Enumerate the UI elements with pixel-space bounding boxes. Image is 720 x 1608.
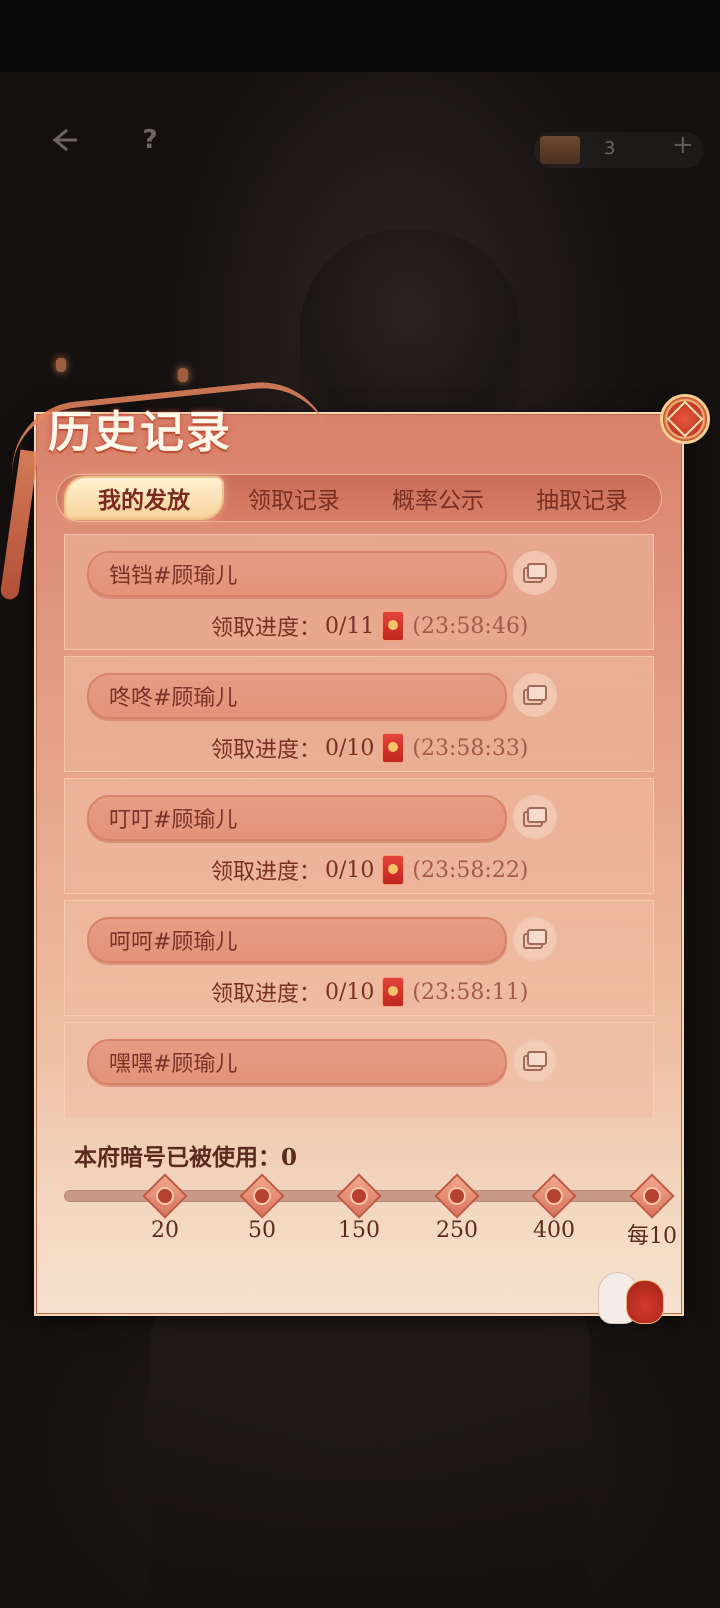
copy-button[interactable] [513,917,557,961]
list-item: 咚咚#顾瑜儿 领取进度： 0/10 (23:58:33) [64,656,654,772]
code-name-field: 呵呵#顾瑜儿 [87,917,507,963]
milestone-label: 50 [248,1218,276,1243]
lantern-light [178,368,188,382]
progress-value: 0/10 [325,857,375,883]
claim-progress: 领取进度： 0/10 (23:58:33) [211,731,528,765]
issue-time: (23:58:46) [412,613,529,639]
list-item: 铛铛#顾瑜儿 领取进度： 0/11 (23:58:46) [64,534,654,650]
code-name-field: 叮叮#顾瑜儿 [87,795,507,841]
progress-value: 0/11 [325,613,375,639]
milestone-label: 150 [338,1218,380,1243]
code-name-field: 嘿嘿#顾瑜儿 [87,1039,507,1085]
progress-label: 领取进度： [211,738,322,763]
tab-draw-records[interactable]: 抽取记录 [510,474,654,522]
progress-label: 领取进度： [211,982,322,1007]
currency-count: 3 [604,138,616,159]
milestone-label: 400 [533,1218,575,1243]
record-list[interactable]: 铛铛#顾瑜儿 领取进度： 0/11 (23:58:46) 咚咚#顾瑜儿 领取进度… [64,534,658,1118]
milestone-label: 20 [151,1218,179,1243]
issue-time: (23:58:33) [412,735,529,761]
lantern-light [56,358,66,372]
book-stack-icon [540,136,580,164]
list-item: 嘿嘿#顾瑜儿 [64,1022,654,1118]
progress-value: 0/10 [325,979,375,1005]
list-item: 呵呵#顾瑜儿 领取进度： 0/10 (23:58:11) [64,900,654,1016]
tab-probability[interactable]: 概率公示 [366,474,510,522]
copy-icon [523,563,547,583]
claim-progress: 领取进度： 0/10 (23:58:22) [211,853,528,887]
red-packet-icon [382,977,405,1007]
copy-button[interactable] [513,551,557,595]
copy-button[interactable] [513,795,557,839]
background-character [300,230,520,430]
status-bar [0,0,720,72]
back-button[interactable] [36,120,92,160]
close-ornament-button[interactable] [660,394,710,444]
copy-icon [523,1051,547,1071]
list-item: 叮叮#顾瑜儿 领取进度： 0/10 (23:58:22) [64,778,654,894]
claim-progress: 领取进度： 0/11 (23:58:46) [211,609,528,643]
tab-my-issued[interactable]: 我的发放 [66,478,222,518]
progress-value: 0/10 [325,735,375,761]
copy-icon [523,685,547,705]
copy-icon [523,807,547,827]
panel-title: 历史记录 [48,407,232,458]
mascot-with-lucky-bag [596,1262,668,1332]
copy-button[interactable] [513,673,557,717]
milestone-label: 每10 [627,1224,677,1249]
back-arrow-icon [52,128,77,152]
milestone-label: 250 [436,1218,478,1243]
progress-label: 领取进度： [211,860,322,885]
tab-claim-records[interactable]: 领取记录 [222,474,366,522]
code-name-field: 铛铛#顾瑜儿 [87,551,507,597]
code-name-field: 咚咚#顾瑜儿 [87,673,507,719]
red-packet-icon [382,855,405,885]
issue-time: (23:58:22) [412,857,529,883]
help-button[interactable]: ? [122,120,178,160]
red-packet-icon [382,611,405,641]
copy-icon [523,929,547,949]
code-usage-count: 本府暗号已被使用：0 [74,1144,298,1171]
add-currency-button[interactable]: + [672,130,694,160]
copy-button[interactable] [513,1039,557,1083]
progress-label: 领取进度： [211,616,322,641]
red-packet-icon [382,733,405,763]
claim-progress: 领取进度： 0/10 (23:58:11) [211,975,528,1009]
issue-time: (23:58:11) [412,979,529,1005]
background-robe [150,1300,590,1608]
